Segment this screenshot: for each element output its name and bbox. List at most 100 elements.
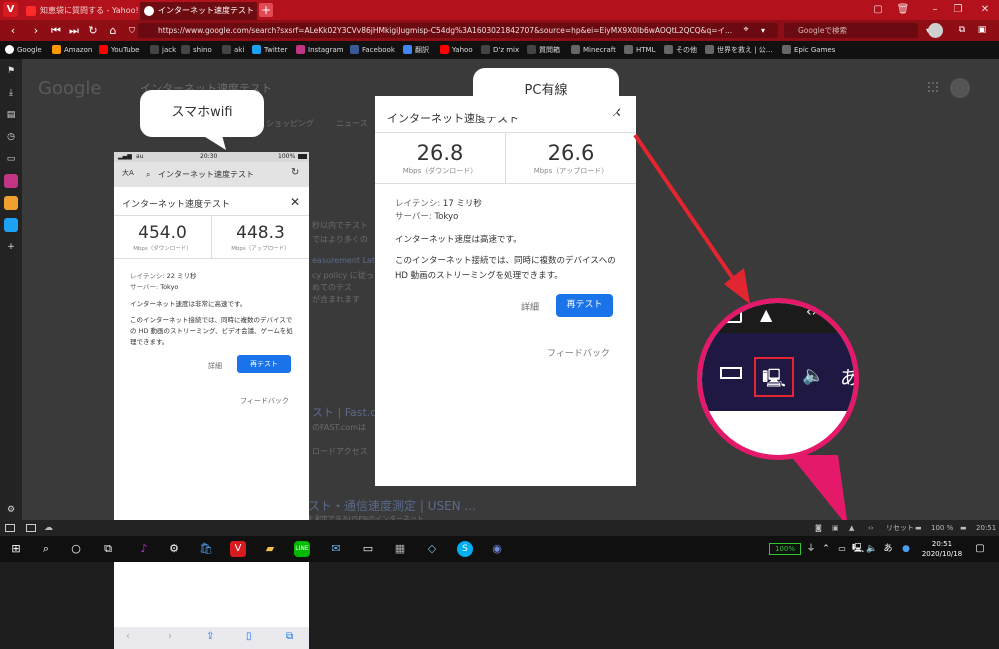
windows-start-icon[interactable]: ⊞: [8, 541, 24, 557]
line-app-icon[interactable]: LINE: [294, 541, 310, 557]
bookmark-translate[interactable]: 翻訳: [403, 41, 429, 59]
forward-icon[interactable]: ›: [168, 631, 172, 642]
retest-button[interactable]: 再テスト: [556, 294, 613, 317]
bookmark-aki[interactable]: aki: [222, 41, 244, 59]
bookmark-jack[interactable]: jack: [150, 41, 176, 59]
calculator-icon[interactable]: ▦: [392, 541, 408, 557]
close-window-button[interactable]: ✕: [975, 0, 995, 20]
feedback-link[interactable]: フィードバック: [240, 396, 289, 406]
details-link[interactable]: 詳細: [208, 361, 222, 371]
bookmark-amazon[interactable]: Amazon: [52, 41, 92, 59]
profile-avatar[interactable]: [928, 23, 943, 38]
account-avatar[interactable]: [950, 78, 970, 98]
zoom-slider-icon[interactable]: ▬: [960, 520, 967, 536]
twitter-panel-icon[interactable]: [4, 218, 18, 232]
skype-icon[interactable]: S: [457, 541, 473, 557]
cloud-sync-icon[interactable]: ☁: [44, 520, 53, 536]
bookmark-html[interactable]: HTML: [624, 41, 655, 59]
snippet-link[interactable]: easurement Lat: [312, 256, 375, 265]
apps-grid-icon[interactable]: [928, 82, 938, 92]
bookmark-epic-games[interactable]: Epic Games: [782, 41, 835, 59]
reader-aa-button[interactable]: 大A: [122, 168, 134, 178]
panel-toggle-icon[interactable]: [5, 524, 15, 532]
speaker-icon[interactable]: 🔈: [864, 541, 880, 557]
bookmark-save-the-world[interactable]: 世界を救え | 公...: [705, 41, 772, 59]
reload-icon[interactable]: ↻: [291, 167, 299, 178]
tab-shopping[interactable]: ショッピング: [266, 118, 314, 129]
bookmark-question-box[interactable]: 質問箱: [527, 41, 560, 59]
bookmark-google[interactable]: Google: [5, 41, 42, 59]
image-toggle-icon[interactable]: ▲: [849, 520, 854, 536]
back-icon[interactable]: ‹: [5, 20, 21, 41]
fast-forward-icon[interactable]: ⏭: [66, 20, 82, 41]
bookmark-instagram[interactable]: Instagram: [296, 41, 344, 59]
dropdown-icon[interactable]: ▾: [755, 20, 771, 41]
instagram-panel-icon[interactable]: [4, 174, 18, 188]
bookmark-dz-mix[interactable]: D'z mix: [481, 41, 519, 59]
bookmark-youtube[interactable]: YouTube: [99, 41, 139, 59]
photos-icon[interactable]: ◇: [424, 541, 440, 557]
search-field[interactable]: Googleで検索: [784, 23, 918, 38]
show-hidden-icons-chevron[interactable]: ⌃: [818, 541, 834, 557]
result-title-link[interactable]: スト | Fast.c: [312, 404, 376, 420]
url-field[interactable]: https://www.google.com/search?sxsrf=ALeK…: [138, 23, 778, 38]
bookmarks-panel-icon[interactable]: ⚑: [4, 64, 18, 78]
battery-icon[interactable]: ▭: [834, 541, 850, 557]
store-icon[interactable]: 🛍: [198, 541, 214, 557]
tab-google-search[interactable]: インターネット速度テスト - Google 検索: [140, 2, 257, 20]
code-icon[interactable]: ‹›: [868, 520, 874, 536]
add-panel-icon[interactable]: +: [4, 240, 18, 254]
cortana-icon[interactable]: ○: [68, 541, 84, 557]
trash-icon[interactable]: 🗑: [893, 0, 913, 20]
onedrive-icon[interactable]: ●: [898, 541, 914, 557]
rewind-icon[interactable]: ⏮: [48, 20, 64, 41]
web-panel-icon[interactable]: [4, 196, 18, 210]
history-panel-icon[interactable]: ◷: [4, 130, 18, 144]
window-panel-icon[interactable]: ▭: [4, 152, 18, 166]
retest-button[interactable]: 再テスト: [237, 355, 291, 373]
mail-icon[interactable]: ✉: [328, 541, 344, 557]
location-pin-icon[interactable]: ⌖: [738, 20, 754, 41]
discord-icon[interactable]: ◉: [489, 541, 505, 557]
notes-panel-icon[interactable]: ▤: [4, 108, 18, 122]
vivaldi-menu-button[interactable]: V: [3, 2, 18, 17]
tab-yahoo[interactable]: 知恵袋に質問する - Yahoo!知恵袋: [22, 2, 138, 20]
reset-zoom-button[interactable]: リセット: [886, 520, 914, 536]
music-app-icon[interactable]: ♪: [136, 541, 152, 557]
camera-icon[interactable]: ◙: [815, 520, 822, 536]
details-link[interactable]: 詳細: [521, 300, 539, 313]
system-clock[interactable]: 20:51 2020/10/18: [918, 539, 966, 559]
file-explorer-icon[interactable]: ▰: [262, 541, 278, 557]
minimize-button[interactable]: –: [925, 0, 945, 20]
forward-icon[interactable]: ›: [28, 20, 44, 41]
screenshot-icon[interactable]: ▣: [832, 520, 839, 536]
bookmark-facebook[interactable]: Facebook: [350, 41, 395, 59]
translate-icon[interactable]: ⧉: [954, 20, 970, 41]
bookmark-yahoo[interactable]: Yahoo: [440, 41, 473, 59]
reload-icon[interactable]: ↻: [85, 20, 101, 41]
tab-stack-icon[interactable]: ▢: [868, 0, 888, 20]
maximize-button[interactable]: ❐: [948, 0, 968, 20]
zoom-slider-icon[interactable]: ▬: [915, 520, 922, 536]
tabs-icon[interactable]: ⧉: [286, 631, 293, 642]
share-icon[interactable]: ⇪: [206, 631, 214, 642]
settings-gear-icon[interactable]: ⚙: [4, 503, 18, 517]
bookmark-other[interactable]: その他: [664, 41, 697, 59]
bookmark-minecraft[interactable]: Minecraft: [571, 41, 616, 59]
back-icon[interactable]: ‹: [126, 631, 130, 642]
new-tab-button[interactable]: +: [259, 3, 273, 17]
vivaldi-taskbar-icon[interactable]: V: [230, 541, 246, 557]
bookmark-shino[interactable]: shino: [181, 41, 212, 59]
search-icon[interactable]: ⌕: [38, 541, 54, 557]
phone-address-field[interactable]: ⌕ インターネット速度テスト: [144, 167, 280, 182]
ime-indicator[interactable]: あ: [880, 541, 896, 557]
task-view-icon[interactable]: ⧉: [100, 541, 116, 557]
tiling-icon[interactable]: [26, 524, 36, 532]
bookmark-twitter[interactable]: Twitter: [252, 41, 287, 59]
bookmarks-icon[interactable]: ▯: [246, 631, 252, 642]
home-icon[interactable]: ⌂: [105, 20, 121, 41]
extension-icon[interactable]: ▣: [974, 20, 990, 41]
downloads-panel-icon[interactable]: ⤓: [4, 86, 18, 100]
close-icon[interactable]: ✕: [290, 195, 300, 209]
tab-news[interactable]: ニュース: [336, 118, 368, 129]
